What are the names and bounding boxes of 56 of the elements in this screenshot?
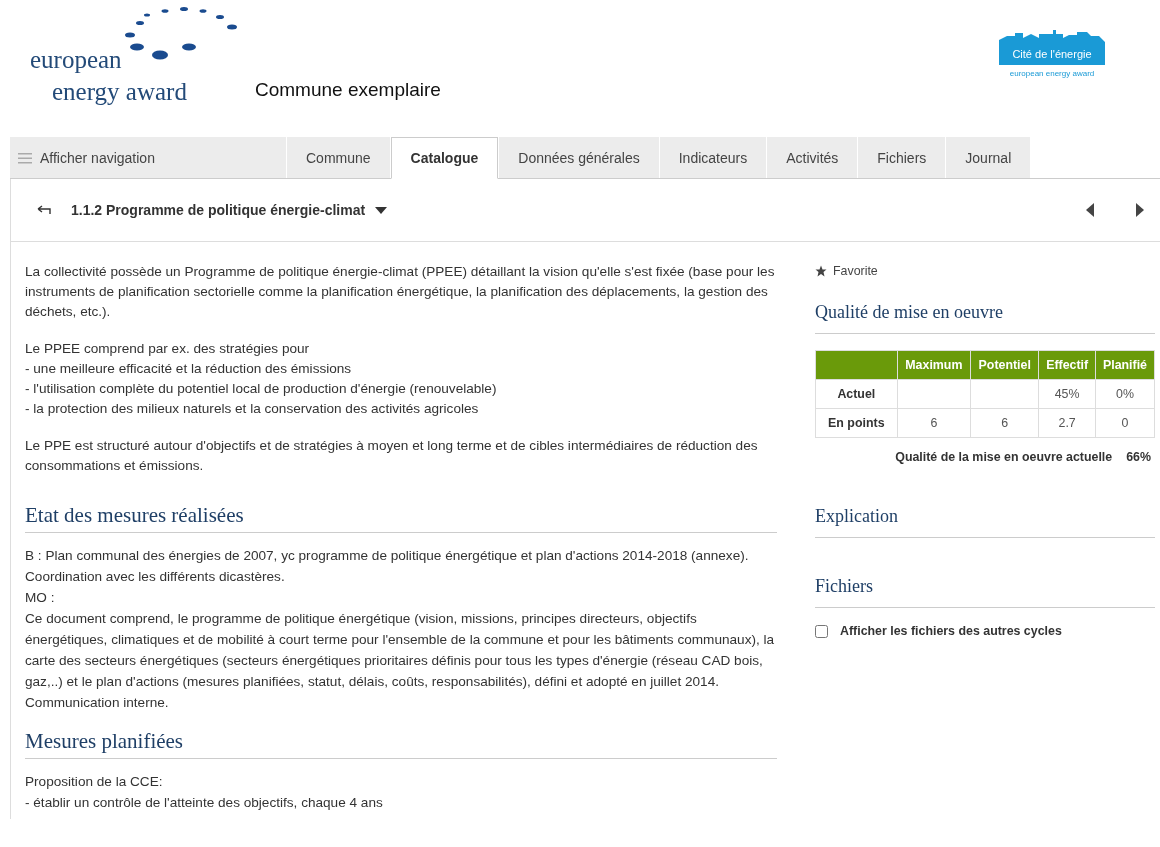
table-cell: [970, 379, 1039, 409]
tab[interactable]: Activités: [767, 137, 858, 178]
tab[interactable]: Journal: [946, 137, 1031, 178]
table-header: Effectif: [1038, 350, 1096, 380]
section-heading: Fichiers: [815, 568, 1155, 608]
summary-value: 66%: [1126, 450, 1151, 464]
show-navigation-button[interactable]: Afficher navigation: [10, 137, 286, 178]
logo-text: Cité de l'énergie: [999, 46, 1105, 65]
logo-text: energy award: [52, 79, 187, 104]
section-heading: Qualité de mise en oeuvre: [815, 294, 1155, 334]
paragraph-text: Le PPEE comprend par ex. des stratégies pour: [25, 340, 311, 358]
table-cell: 6: [897, 408, 971, 438]
back-arrow-icon: [37, 205, 51, 215]
table-cell: 45%: [1038, 379, 1096, 409]
triangle-right-icon: [1136, 203, 1144, 217]
triangle-left-icon: [1086, 203, 1094, 217]
tab[interactable]: Fichiers: [858, 137, 946, 178]
summary-label: Qualité de la mise en oeuvre actuelle: [895, 450, 1113, 464]
tab[interactable]: Commune: [287, 137, 390, 178]
table-cell: 6: [970, 408, 1039, 438]
section-heading: Etat des mesures réalisées: [25, 493, 777, 533]
table-header: Potentiel: [970, 350, 1039, 380]
table-header: Planifié: [1095, 350, 1155, 380]
row-header: Actuel: [815, 379, 898, 409]
paragraph-text: Coordination avec les différents dicastères.: [25, 568, 286, 586]
paragraph-text: La collectivité possède un Programme de politique énergie-climat (PPEE) détaillant la vision qu'elle s'est fixée (base pour les instruments de planification sectorielle comme la planification énergétique, la planification des déplacements, la gestion des déchets, etc.).: [25, 263, 776, 321]
paragraph-text: Proposition de la CCE:: [25, 773, 164, 791]
star-icon: [815, 265, 827, 277]
paragraph-text: Ce document comprend, le programme de politique énergétique (vision, missions, principes directeurs, objectifs énergétiques, climatiques et de mobilité à court terme pour l'ensemble de la commune et pour les bâtiments communaux), la carte des secteurs énergétiques (secteurs énergétiques prioritaires définis pour tous les types d'énergie (réseau CAD bois, gaz,..) et le plan d'actions (mesures planifiées, statut, délais, coûts, responsabilités), défini et adopté en juillet 2014. Communication interne.: [25, 610, 776, 712]
checkbox[interactable]: [815, 624, 828, 638]
paragraph-text: - la protection des milieux naturels et la conservation des activités agricoles: [25, 400, 480, 418]
tab[interactable]: Indicateurs: [659, 137, 767, 178]
section-heading: Explication: [815, 498, 1155, 538]
menu-icon: [18, 151, 32, 164]
paragraph-text: - une meilleure efficacité et la réduction des émissions: [25, 360, 353, 378]
table-cell: 0%: [1095, 379, 1155, 409]
logo-tagline: european energy award: [1009, 69, 1095, 78]
table-header: Maximum: [897, 350, 971, 380]
table-cell: 0: [1095, 408, 1155, 438]
logo-text: european: [30, 47, 122, 72]
favorite-button[interactable]: Favorite: [815, 264, 878, 278]
table-cell: 2.7: [1038, 408, 1096, 438]
paragraph-text: B : Plan communal des énergies de 2007, yc programme de politique énergétique et plan d'actions 2014-2018 (annexe).: [25, 547, 750, 565]
skyline-icon: [999, 30, 1105, 46]
caret-icon: [375, 206, 388, 214]
paragraph-text: - l'utilisation complète du potentiel local de production d'énergie (renouvelable): [25, 380, 498, 398]
checkbox-label: Afficher les fichiers des autres cycles: [840, 624, 1062, 638]
row-header: En points: [815, 408, 898, 438]
tab[interactable]: Données générales: [499, 137, 659, 178]
measure-dropdown[interactable]: 1.1.2 Programme de politique énergie-climat: [71, 202, 388, 218]
tab[interactable]: Catalogue: [390, 137, 499, 179]
section-heading: Mesures planifiées: [25, 719, 777, 759]
paragraph-text: Le PPE est structuré autour d'objectifs et de stratégies à moyen et long terme et de cibles intermédiaires de réduction des consommations et émissions.: [25, 437, 759, 475]
site-title: Commune exemplaire: [255, 79, 441, 101]
paragraph-text: - établir un contrôle de l'atteinte des objectifs, chaque 4 ans: [25, 794, 384, 812]
paragraph-text: MO :: [25, 589, 56, 607]
